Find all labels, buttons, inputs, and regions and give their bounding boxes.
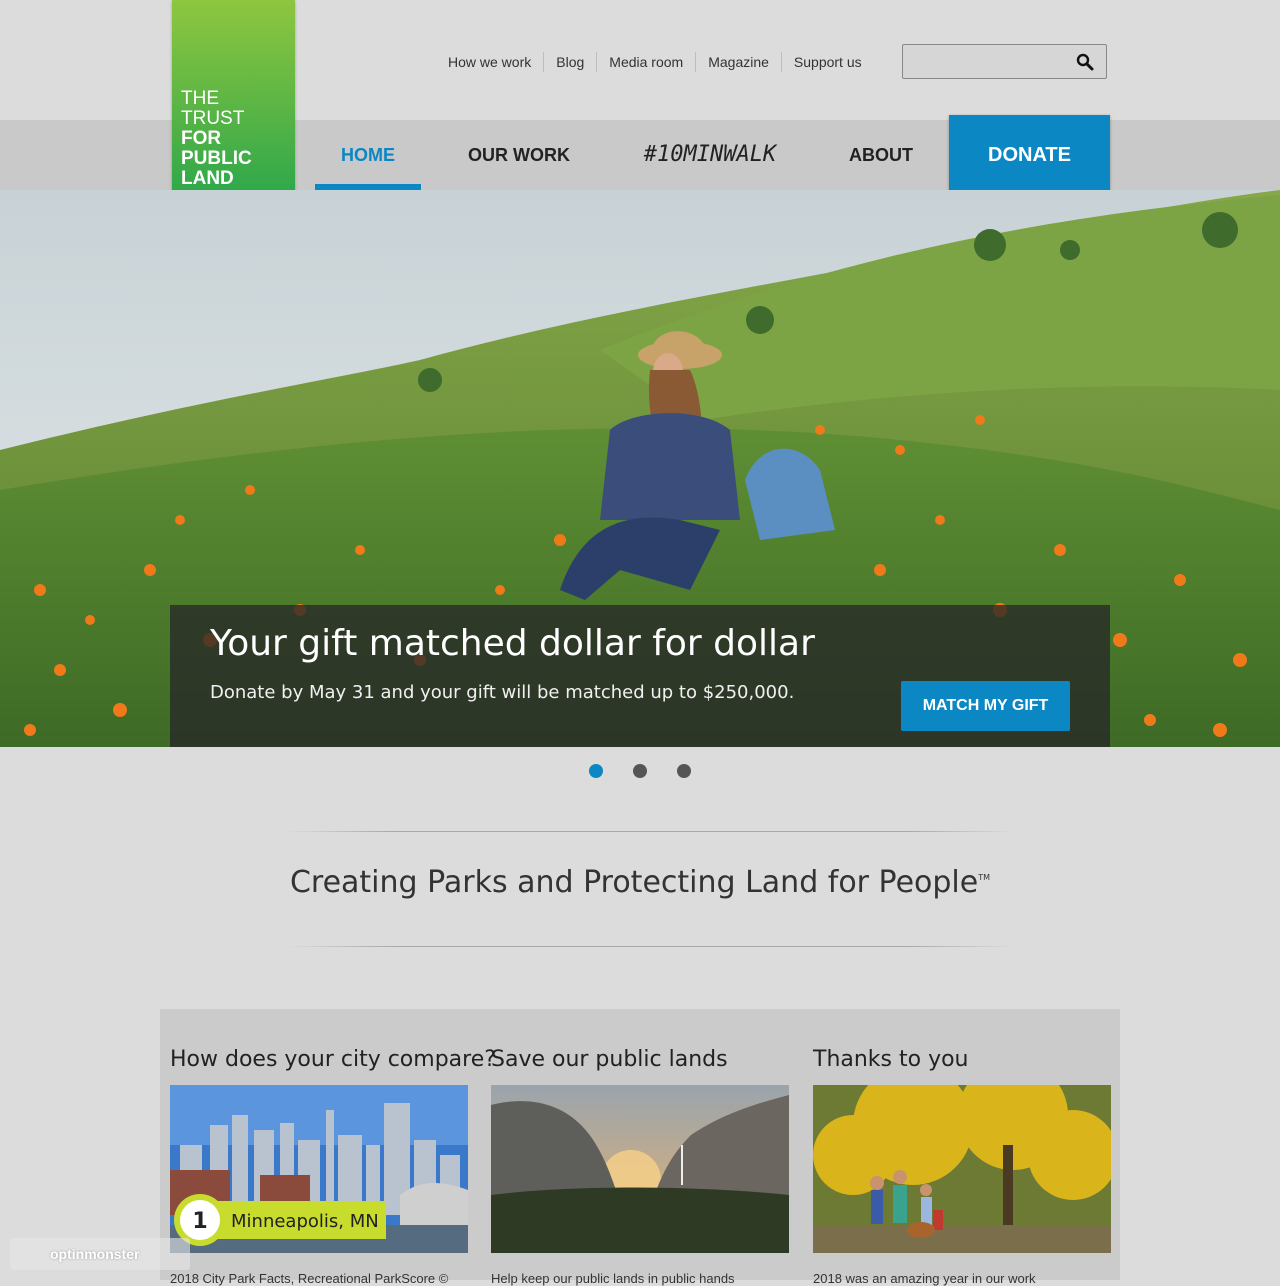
slider-dot-1[interactable]: [589, 764, 603, 778]
optinmonster-label: optinmonster: [50, 1246, 140, 1262]
divider-bottom: [285, 946, 1015, 947]
utility-link-blog[interactable]: Blog: [543, 52, 596, 72]
trademark-mark: TM: [978, 873, 991, 882]
card-image-minneapolis[interactable]: 1 Minneapolis, MN: [170, 1085, 468, 1253]
card-title: How does your city compare?: [170, 1047, 496, 1072]
search-box: [902, 44, 1107, 79]
logo-line-for: FOR: [181, 128, 222, 149]
donate-button[interactable]: DONATE: [949, 115, 1110, 196]
card-text: 2018 was an amazing year in our work: [813, 1271, 1036, 1286]
card-image-family[interactable]: [813, 1085, 1111, 1253]
card-title: Save our public lands: [491, 1047, 728, 1072]
card-title: Thanks to you: [813, 1047, 969, 1072]
utility-link-media-room[interactable]: Media room: [596, 52, 695, 72]
rank-city: Minneapolis, MN: [231, 1211, 379, 1232]
family-walking-image: [813, 1085, 1111, 1253]
slider-dot-3[interactable]: [677, 764, 691, 778]
hero-title: Your gift matched dollar for dollar: [210, 623, 815, 664]
nav-10-min-walk[interactable]: #10MINWALK: [632, 120, 788, 190]
slider-pagination: [589, 764, 691, 778]
divider-top: [285, 831, 1015, 832]
trust-for-public-land-logo[interactable]: THE TRUST FOR PUBLIC LAND: [172, 0, 295, 195]
logo-line-public: PUBLIC: [181, 148, 252, 169]
card-image-yosemite[interactable]: [491, 1085, 789, 1253]
utility-link-support-us[interactable]: Support us: [780, 52, 874, 72]
logo-line-the: THE: [181, 88, 219, 109]
rank-badge: 1 Minneapolis, MN: [174, 1194, 386, 1246]
logo-line-land: LAND: [181, 168, 234, 189]
nav-about[interactable]: ABOUT: [836, 120, 926, 190]
nav-our-work[interactable]: OUR WORK: [458, 120, 580, 190]
utility-nav: How we work Blog Media room Magazine Sup…: [436, 52, 874, 72]
yosemite-valley-image: [491, 1085, 789, 1253]
hero-subtitle: Donate by May 31 and your gift will be m…: [210, 682, 795, 703]
card-text: 2018 City Park Facts, Recreational ParkS…: [170, 1271, 449, 1286]
utility-link-magazine[interactable]: Magazine: [695, 52, 781, 72]
slider-dot-2[interactable]: [633, 764, 647, 778]
search-input[interactable]: [909, 51, 1073, 75]
match-my-gift-button[interactable]: MATCH MY GIFT: [901, 681, 1070, 731]
hero-caption: Your gift matched dollar for dollar Dona…: [170, 605, 1110, 747]
card-text: Help keep our public lands in public han…: [491, 1271, 735, 1286]
rank-number: 1: [192, 1209, 207, 1234]
nav-home[interactable]: HOME: [315, 120, 421, 190]
search-icon[interactable]: [1076, 53, 1094, 71]
optinmonster-badge[interactable]: optinmonster: [10, 1238, 190, 1270]
tagline-text: Creating Parks and Protecting Land for P…: [289, 865, 979, 900]
logo-wordmark: THE TRUST FOR PUBLIC LAND: [181, 89, 252, 189]
logo-line-trust: TRUST: [181, 108, 245, 129]
utility-link-how-we-work[interactable]: How we work: [436, 52, 543, 72]
tagline: Creating Parks and Protecting Land for P…: [0, 865, 1280, 900]
feature-cards: How does your city compare? 1 Minneapoli…: [160, 1009, 1120, 1286]
